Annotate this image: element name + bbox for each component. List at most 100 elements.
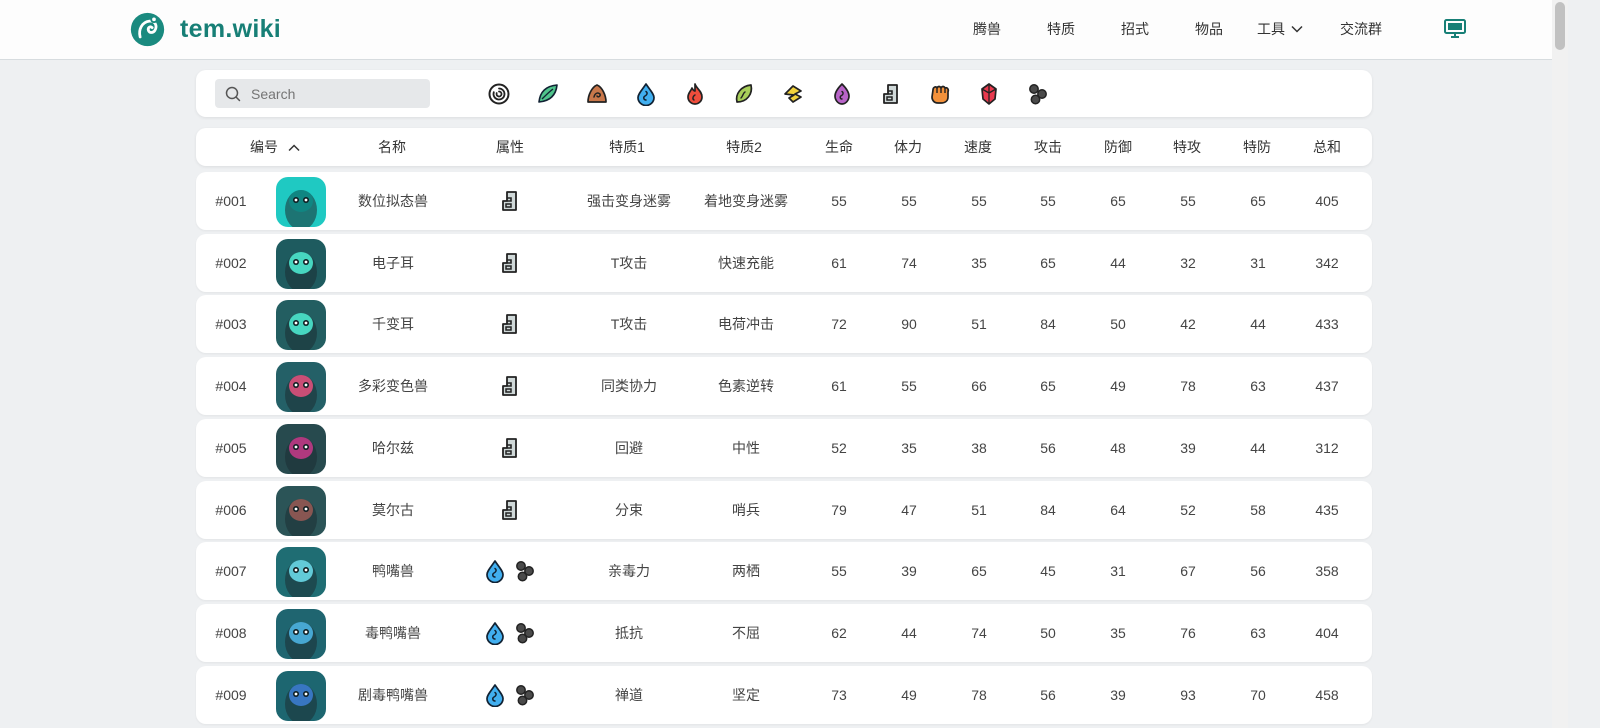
column-header-defense[interactable]: 防御	[1104, 128, 1132, 166]
cell-number: #006	[215, 502, 247, 518]
table-row[interactable]: #005 哈尔兹 回避 中性 52 35 38 56 48 39 44 312	[196, 419, 1372, 477]
melee-type-filter-icon[interactable]	[928, 82, 952, 106]
fire-type-filter-icon[interactable]	[683, 82, 707, 106]
nature-type-filter-icon[interactable]	[732, 82, 756, 106]
cell-attack: 65	[1040, 378, 1056, 394]
cell-name: 电子耳	[372, 255, 414, 271]
cell-attack: 84	[1040, 316, 1056, 332]
nav-item-traits[interactable]: 特质	[1047, 0, 1075, 58]
neutral-type-filter-icon[interactable]	[487, 82, 511, 106]
water-type-icon	[483, 621, 507, 645]
cell-speed: 74	[971, 625, 987, 641]
cell-trait2: 着地变身迷雾	[704, 193, 788, 209]
page-scrollbar-thumb[interactable]	[1555, 2, 1565, 50]
table-row[interactable]: #003 千变耳 T攻击 电荷冲击 72 90 51 84 50 42 44 433	[196, 295, 1372, 353]
column-header-number-label: 编号	[250, 139, 279, 155]
cell-total: 433	[1315, 316, 1339, 332]
cell-total: 404	[1315, 625, 1339, 641]
water-type-filter-icon[interactable]	[634, 82, 658, 106]
temtem-avatar	[276, 671, 326, 721]
cell-speed: 51	[971, 316, 987, 332]
table-row[interactable]: #008 毒鸭嘴兽 抵抗 不屈 62 44 74 50 35 76 63 404	[196, 604, 1372, 662]
cell-total: 405	[1315, 193, 1339, 209]
cell-total: 342	[1315, 255, 1339, 271]
type-icons	[483, 683, 537, 707]
cell-sp-attack: 93	[1180, 687, 1196, 703]
table-row[interactable]: #001 数位拟态兽 强击变身迷雾 着地变身迷雾 55 55 55 55 65 55 65 405	[196, 172, 1372, 230]
toxic-type-icon	[513, 621, 537, 645]
digital-type-icon	[498, 436, 522, 460]
cell-name: 千变耳	[372, 316, 414, 332]
cell-sp-defense: 63	[1250, 378, 1266, 394]
cell-trait1: 同类协力	[601, 378, 657, 394]
cell-hp: 55	[831, 563, 847, 579]
cell-hp: 62	[831, 625, 847, 641]
column-header-sp-attack[interactable]: 特攻	[1173, 128, 1201, 166]
cell-name: 鸭嘴兽	[372, 563, 414, 579]
cell-trait2: 快速充能	[718, 255, 774, 271]
nav-item-techniques[interactable]: 招式	[1121, 0, 1149, 58]
column-header-trait2[interactable]: 特质2	[726, 128, 762, 166]
toxic-type-filter-icon[interactable]	[1026, 82, 1050, 106]
cell-name: 剧毒鸭嘴兽	[358, 687, 428, 703]
nav-item-tools[interactable]: 工具	[1257, 0, 1303, 58]
type-icons	[498, 436, 522, 460]
nav-item-items[interactable]: 物品	[1195, 0, 1223, 58]
cell-total: 437	[1315, 378, 1339, 394]
search-box[interactable]	[215, 79, 430, 108]
column-header-sp-defense[interactable]: 特防	[1243, 128, 1271, 166]
cell-sp-attack: 76	[1180, 625, 1196, 641]
wind-type-filter-icon[interactable]	[536, 82, 560, 106]
table-row[interactable]: #007 鸭嘴兽 亲毒力 两栖 55 39 65 45 31 67 56 358	[196, 542, 1372, 600]
type-icons	[483, 621, 537, 645]
cell-name: 多彩变色兽	[358, 378, 428, 394]
page-scrollbar-track[interactable]	[1552, 0, 1568, 728]
cell-trait2: 不屈	[732, 625, 760, 641]
cell-defense: 44	[1110, 255, 1126, 271]
site-logo[interactable]: tem.wiki	[129, 11, 281, 48]
table-row[interactable]: #002 电子耳 T攻击 快速充能 61 74 35 65 44 32 31 342	[196, 234, 1372, 292]
column-header-hp[interactable]: 生命	[825, 128, 853, 166]
column-header-total[interactable]: 总和	[1313, 128, 1341, 166]
cell-sp-attack: 55	[1180, 193, 1196, 209]
column-header-attack[interactable]: 攻击	[1034, 128, 1062, 166]
table-row[interactable]: #006 莫尔古 分束 哨兵 79 47 51 84 64 52 58 435	[196, 481, 1372, 539]
cell-name: 数位拟态兽	[358, 193, 428, 209]
chevron-down-icon	[1291, 25, 1303, 33]
crystal-type-filter-icon[interactable]	[977, 82, 1001, 106]
digital-type-filter-icon[interactable]	[879, 82, 903, 106]
cell-total: 312	[1315, 440, 1339, 456]
nav-item-temtem[interactable]: 腾兽	[973, 0, 1001, 58]
cell-stamina: 39	[901, 563, 917, 579]
table-row[interactable]: #004 多彩变色兽 同类协力 色素逆转 61 55 66 65 49 78 63 437	[196, 357, 1372, 415]
table-header: 编号 名称 属性 特质1 特质2 生命 体力 速度 攻击 防御 特攻 特防 总和	[196, 128, 1372, 166]
cell-sp-defense: 44	[1250, 316, 1266, 332]
column-header-types[interactable]: 属性	[496, 128, 524, 166]
column-header-trait1[interactable]: 特质1	[609, 128, 645, 166]
table-row[interactable]: #009 剧毒鸭嘴兽 禅道 坚定 73 49 78 56 39 93 70 458	[196, 666, 1372, 724]
earth-type-filter-icon[interactable]	[585, 82, 609, 106]
cell-sp-defense: 44	[1250, 440, 1266, 456]
monitor-icon[interactable]	[1444, 19, 1466, 39]
cell-stamina: 49	[901, 687, 917, 703]
cell-attack: 56	[1040, 440, 1056, 456]
mental-type-filter-icon[interactable]	[830, 82, 854, 106]
column-header-stamina[interactable]: 体力	[894, 128, 922, 166]
nav-item-community[interactable]: 交流群	[1340, 0, 1382, 58]
cell-hp: 55	[831, 193, 847, 209]
water-type-icon	[483, 683, 507, 707]
sort-ascending-icon	[288, 144, 300, 152]
search-input[interactable]	[251, 85, 421, 102]
column-header-speed[interactable]: 速度	[964, 128, 992, 166]
cell-defense: 50	[1110, 316, 1126, 332]
cell-attack: 65	[1040, 255, 1056, 271]
search-icon	[225, 86, 241, 101]
column-header-number[interactable]: 编号	[250, 128, 300, 166]
cell-speed: 51	[971, 502, 987, 518]
electric-type-filter-icon[interactable]	[781, 82, 805, 106]
column-header-name[interactable]: 名称	[378, 128, 406, 166]
cell-attack: 50	[1040, 625, 1056, 641]
water-type-icon	[483, 559, 507, 583]
filter-bar	[196, 70, 1372, 117]
cell-stamina: 55	[901, 193, 917, 209]
